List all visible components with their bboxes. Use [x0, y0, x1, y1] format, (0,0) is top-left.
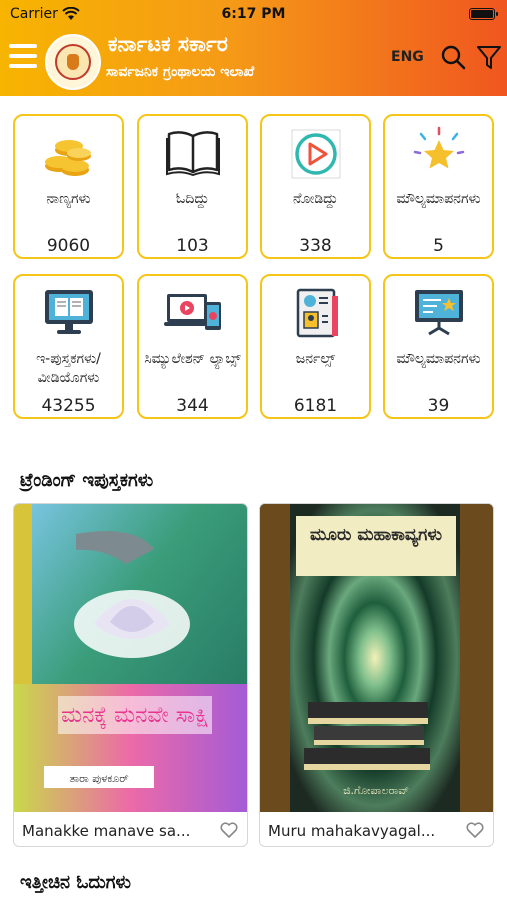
- tile-count: 103: [176, 236, 209, 256]
- language-toggle[interactable]: ENG: [391, 49, 424, 65]
- tile-count: 43255: [41, 396, 96, 416]
- book-title: Manakke manave sa...: [22, 822, 191, 840]
- book-cover-image: ಮನಕ್ಕೆ ಮನವೇ ಸಾಕ್ಷಿ ತಾರಾ ಪುಳಕೂರ್: [14, 504, 247, 812]
- trending-section-title: ಟ್ರೆಂಡಿಂಗ್ ಇಪುಸ್ತಕಗಳು: [20, 470, 154, 491]
- tile-count: 338: [299, 236, 332, 256]
- open-book-icon: [165, 131, 220, 176]
- book-cover-text: ಮನಕ್ಕೆ ಮನವೇ ಸಾಕ್ಷಿ: [61, 703, 209, 729]
- status-time: 6:17 PM: [221, 6, 286, 22]
- tile-label: ನೋಡಿದ್ದು: [293, 191, 338, 207]
- tile-label: ಸಿಮ್ಯುಲೇಶನ್ ಲ್ಯಾಬ್ಸ್: [144, 351, 241, 367]
- battery-icon: [469, 8, 498, 20]
- app-title: ಕರ್ನಾಟಕ ಸರ್ಕಾರ: [108, 32, 228, 56]
- karnataka-emblem-logo: [45, 34, 101, 90]
- ebook-monitor-icon: [44, 290, 93, 334]
- search-icon[interactable]: [440, 44, 466, 70]
- presentation-icon: [414, 290, 463, 336]
- journal-icon: [296, 288, 338, 338]
- book-card[interactable]: ಮೂರು ಮಹಾಕಾವ್ಯಗಳು ಜಿ.ಗೋಪಾಲರಾವ್ Muru mahak…: [259, 503, 494, 847]
- tile-count: 39: [427, 396, 450, 416]
- tile-label: ಮೌಲ್ಯಮಾಪನಗಳು: [396, 351, 481, 367]
- tile-label: ಜರ್ನಲ್ಸ್: [295, 351, 336, 367]
- tile-count: 5: [433, 236, 444, 256]
- tile-label: ನಾಣ್ಯಗಳು: [46, 191, 91, 207]
- book-title: Muru mahakavyagal...: [268, 822, 436, 840]
- tile-count: 6181: [293, 396, 338, 416]
- tile-label: ಮೌಲ್ಯಮಾಪನಗಳು: [396, 191, 481, 207]
- tile-label: ಇ-ಪುಸ್ತಕಗಳು/ ವೀಡಿಯೊಗಳು: [36, 351, 101, 386]
- tile-coins[interactable]: ನಾಣ್ಯಗಳು 9060: [13, 114, 124, 259]
- recent-reads-section-title: ಇತ್ತೀಚಿನ ಓದುಗಳು: [20, 872, 132, 893]
- tile-journals[interactable]: ಜರ್ನಲ್ಸ್ 6181: [260, 274, 371, 419]
- tile-ebooks-videos[interactable]: ಇ-ಪುಸ್ತಕಗಳು/ ವೀಡಿಯೊಗಳು 43255: [13, 274, 124, 419]
- tile-assessments[interactable]: ಮೌಲ್ಯಮಾಪನಗಳು 5: [383, 114, 494, 259]
- book-cover-author: ತಾರಾ ಪುಳಕೂರ್: [69, 772, 128, 785]
- favorite-heart-icon[interactable]: [465, 820, 485, 840]
- book-cover-author: ಜಿ.ಗೋಪಾಲರಾವ್: [343, 784, 409, 797]
- menu-button[interactable]: [9, 44, 37, 68]
- tile-count: 9060: [46, 236, 91, 256]
- coins-icon: [44, 140, 91, 176]
- star-icon: [413, 126, 464, 169]
- tile-assessments-2[interactable]: ಮೌಲ್ಯಮಾಪನಗಳು 39: [383, 274, 494, 419]
- book-card[interactable]: ಮನಕ್ಕೆ ಮನವೇ ಸಾಕ್ಷಿ ತಾರಾ ಪುಳಕೂರ್ Manakke …: [13, 503, 248, 847]
- app-subtitle: ಸಾರ್ವಜನಿಕ ಗ್ರಂಥಾಲಯ ಇಲಾಖೆ: [106, 64, 255, 80]
- app-header: Carrier 6:17 PM ಕರ್ನಾಟಕ ಸರ್ಕಾರ ಸಾರ್ವಜನಿಕ…: [0, 0, 507, 96]
- book-cover-image: ಮೂರು ಮಹಾಕಾವ್ಯಗಳು ಜಿ.ಗೋಪಾಲರಾವ್: [260, 504, 493, 812]
- tile-simulation-labs[interactable]: ಸಿಮ್ಯುಲೇಶನ್ ಲ್ಯಾಬ್ಸ್ 344: [137, 274, 248, 419]
- play-icon: [291, 129, 340, 179]
- favorite-heart-icon[interactable]: [219, 820, 239, 840]
- status-bar: Carrier 6:17 PM: [0, 0, 507, 28]
- tile-read[interactable]: ಓದಿದ್ದು 103: [137, 114, 248, 259]
- tile-count: 344: [176, 396, 209, 416]
- devices-icon: [163, 294, 221, 330]
- book-cover-text: ಮೂರು ಮಹಾಕಾವ್ಯಗಳು: [310, 525, 443, 548]
- tile-label: ಓದಿದ್ದು: [175, 191, 210, 207]
- filter-icon[interactable]: [476, 44, 502, 70]
- tile-watched[interactable]: ನೋಡಿದ್ದು 338: [260, 114, 371, 259]
